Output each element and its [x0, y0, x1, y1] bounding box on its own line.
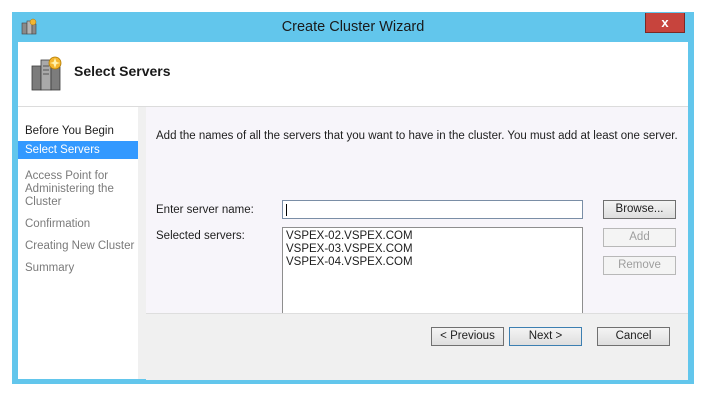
- selected-servers-label: Selected servers:: [156, 230, 245, 242]
- step-summary: Summary: [25, 262, 75, 274]
- wizard-footer: < Previous Next > Cancel: [146, 313, 688, 380]
- text-caret: [286, 204, 287, 216]
- previous-button[interactable]: < Previous: [431, 327, 504, 346]
- close-button[interactable]: x: [645, 13, 685, 33]
- remove-button[interactable]: Remove: [603, 256, 676, 275]
- instructions-text: Add the names of all the servers that yo…: [156, 130, 678, 142]
- server-name-input[interactable]: [282, 200, 583, 219]
- wizard-steps-sidebar: Before You Begin Select Servers Access P…: [18, 107, 138, 379]
- add-button[interactable]: Add: [603, 228, 676, 247]
- page-content: Add the names of all the servers that yo…: [146, 107, 688, 335]
- step-access-point: Access Point for Administering the Clust…: [25, 170, 114, 208]
- list-item[interactable]: VSPEX-03.VSPEX.COM: [286, 243, 579, 256]
- step-before-you-begin[interactable]: Before You Begin: [18, 125, 138, 138]
- list-item[interactable]: VSPEX-04.VSPEX.COM: [286, 256, 579, 269]
- wizard-window: Create Cluster Wizard x Select Servers B…: [12, 12, 694, 384]
- step-creating-new-cluster: Creating New Cluster: [25, 240, 135, 252]
- browse-button[interactable]: Browse...: [603, 200, 676, 219]
- page-header: Select Servers: [18, 42, 688, 107]
- window-title: Create Cluster Wizard: [281, 19, 425, 35]
- servers-icon: [30, 54, 64, 94]
- next-button[interactable]: Next >: [509, 327, 582, 346]
- title-bar[interactable]: Create Cluster Wizard x: [12, 12, 694, 42]
- server-name-label: Enter server name:: [156, 204, 254, 216]
- cancel-button[interactable]: Cancel: [597, 327, 670, 346]
- page-title: Select Servers: [74, 63, 171, 79]
- wizard-client-area: Select Servers Before You Begin Select S…: [18, 42, 688, 380]
- step-confirmation: Confirmation: [25, 218, 91, 230]
- list-item[interactable]: VSPEX-02.VSPEX.COM: [286, 230, 579, 243]
- step-select-servers[interactable]: Select Servers: [18, 141, 138, 159]
